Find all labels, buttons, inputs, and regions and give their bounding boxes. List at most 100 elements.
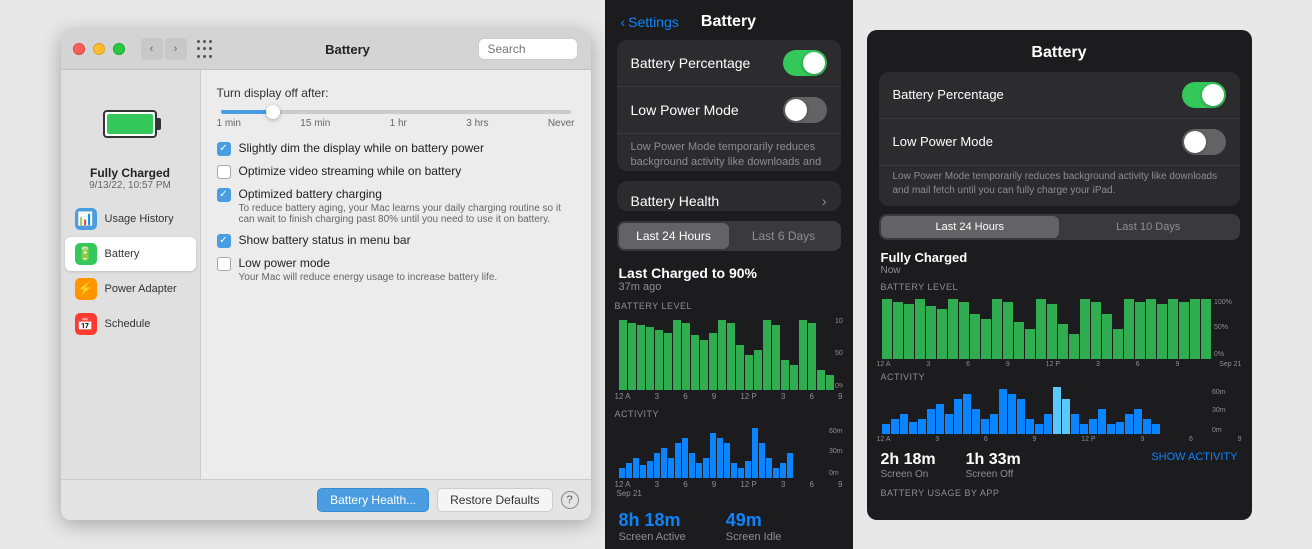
ipad-tab-24-hours[interactable]: Last 24 Hours — [881, 216, 1060, 238]
low-power-mode-label: Low Power Mode — [631, 102, 739, 118]
tab-last-24-hours[interactable]: Last 24 Hours — [619, 223, 729, 249]
iphone-toggles-section: Battery Percentage Low Power Mode Low Po… — [617, 40, 841, 171]
show-activity-button[interactable]: SHOW ACTIVITY — [1151, 451, 1237, 480]
ipad-screen-off-stat: 1h 33m Screen Off — [966, 451, 1021, 480]
video-label: Optimize video streaming while on batter… — [239, 164, 462, 178]
battery-date: 9/13/22, 10:57 PM — [69, 180, 192, 191]
ipad-low-power-label: Low Power Mode — [893, 134, 993, 149]
battery-usage-by-app-label: BATTERY USAGE BY APP — [867, 486, 1252, 500]
dim-label: Slightly dim the display while on batter… — [239, 141, 484, 155]
ipad-activity-label: ACTIVITY — [867, 370, 1252, 384]
nav-buttons: ‹ › — [141, 38, 187, 60]
low-power-mode-toggle[interactable] — [783, 97, 827, 123]
ipad-battery-percentage-row: Battery Percentage — [879, 72, 1240, 119]
ipad-activity-time-labels: 12 A36912 P369 — [867, 434, 1252, 445]
restore-defaults-button[interactable]: Restore Defaults — [437, 488, 552, 512]
screen-idle-stat: 49m Screen Idle — [726, 510, 782, 543]
ipad-screen-on-stat: 2h 18m Screen On — [881, 451, 936, 480]
sidebar-label-usage-history: Usage History — [105, 213, 174, 225]
iphone-screen-stats: 8h 18m Screen Active 49m Screen Idle — [605, 502, 853, 549]
activity-svg: 60m 30m 0m — [615, 423, 843, 478]
sidebar-item-battery[interactable]: 🔋 Battery — [65, 237, 196, 271]
search-input[interactable] — [478, 38, 578, 60]
screen-active-stat: 8h 18m Screen Active — [619, 510, 686, 543]
bottom-bar: Battery Health... Restore Defaults ? — [61, 479, 591, 520]
charged-sub: 37m ago — [619, 281, 839, 293]
svg-text:0m: 0m — [829, 470, 839, 477]
minimize-button[interactable] — [93, 43, 105, 55]
ipad-activity-svg: 60m 30m 0m — [877, 384, 1242, 434]
checkbox-dim: ✓ Slightly dim the display while on batt… — [217, 141, 575, 156]
video-checkbox[interactable] — [217, 165, 231, 179]
forward-button[interactable]: › — [165, 38, 187, 60]
battery-health-label: Battery Health — [631, 193, 720, 209]
svg-text:0%: 0% — [1214, 351, 1224, 358]
ipad-activity-chart: 60m 30m 0m — [867, 384, 1252, 434]
schedule-icon: 📅 — [75, 313, 97, 335]
battery-info: Fully Charged 9/13/22, 10:57 PM — [69, 166, 192, 191]
help-button[interactable]: ? — [561, 491, 579, 509]
battery-icon: 🔋 — [75, 243, 97, 265]
svg-text:50%: 50% — [835, 350, 843, 357]
battery-health-row[interactable]: Battery Health › — [617, 181, 841, 211]
checkbox-video: Optimize video streaming while on batter… — [217, 164, 575, 179]
display-sleep-slider[interactable] — [221, 110, 571, 114]
dim-checkbox[interactable]: ✓ — [217, 142, 231, 156]
ipad-charged-sub: Now — [881, 265, 1238, 276]
activity-chart-section: ACTIVITY — [605, 405, 853, 502]
menu-checkbox[interactable]: ✓ — [217, 234, 231, 248]
battery-percentage-row: Battery Percentage — [617, 40, 841, 87]
low-power-subtext: Your Mac will reduce energy usage to inc… — [239, 272, 498, 283]
ipad-screen-off-value: 1h 33m — [966, 451, 1021, 469]
slider-labels: 1 min 15 min 1 hr 3 hrs Never — [217, 118, 575, 129]
battery-health-section[interactable]: Battery Health › — [617, 181, 841, 211]
sidebar-item-power-adapter[interactable]: ⚡ Power Adapter — [65, 272, 196, 306]
ipad-low-power-description: Low Power Mode temporarily reduces backg… — [879, 166, 1240, 206]
window-title: Battery — [325, 42, 370, 57]
ipad-header: Battery — [867, 30, 1252, 72]
battery-health-button[interactable]: Battery Health... — [317, 488, 429, 512]
ipad-screen-on-value: 2h 18m — [881, 451, 936, 469]
svg-text:30m: 30m — [1212, 407, 1226, 414]
screen-idle-label: Screen Idle — [726, 531, 782, 543]
svg-text:60m: 60m — [1212, 389, 1226, 396]
charged-info: Last Charged to 90% 37m ago — [605, 259, 853, 297]
ipad-charged-info: Fully Charged Now — [867, 246, 1252, 280]
iphone-tab-bar: Last 24 Hours Last 6 Days — [617, 221, 841, 251]
sidebar-item-usage-history[interactable]: 📊 Usage History — [65, 202, 196, 236]
screen-active-value: 8h 18m — [619, 510, 686, 531]
back-button[interactable]: ‹ — [141, 38, 163, 60]
ipad-charged-title: Fully Charged — [881, 250, 1238, 265]
ipad-screen-off-label: Screen Off — [966, 469, 1021, 480]
tab-last-6-days[interactable]: Last 6 Days — [729, 223, 839, 249]
low-power-mode-row: Low Power Mode — [617, 87, 841, 134]
battery-percentage-toggle[interactable] — [783, 50, 827, 76]
display-off-label: Turn display off after: — [217, 86, 329, 100]
apps-grid-button[interactable] — [195, 38, 217, 60]
ipad-battery-percentage-toggle[interactable] — [1182, 82, 1226, 108]
ipad-low-power-toggle[interactable] — [1182, 129, 1226, 155]
charging-checkbox[interactable]: ✓ — [217, 188, 231, 202]
charging-subtext: To reduce battery aging, your Mac learns… — [239, 203, 575, 225]
ipad-low-power-row: Low Power Mode — [879, 119, 1240, 166]
iphone-battery-screen: ‹ Settings Battery Battery Percentage Lo… — [605, 0, 853, 549]
low-power-checkbox[interactable] — [217, 257, 231, 271]
svg-text:60m: 60m — [829, 428, 843, 435]
sidebar-label-schedule: Schedule — [105, 318, 151, 330]
maximize-button[interactable] — [113, 43, 125, 55]
close-button[interactable] — [73, 43, 85, 55]
ipad-tab-10-days[interactable]: Last 10 Days — [1059, 216, 1238, 238]
svg-text:100%: 100% — [835, 318, 843, 325]
back-to-settings-button[interactable]: ‹ Settings — [621, 14, 679, 30]
battery-level-chart-section: BATTERY LEVEL — [605, 297, 853, 405]
battery-level-svg: 100% 50% 0% — [615, 315, 843, 390]
battery-percentage-label: Battery Percentage — [631, 55, 751, 71]
checkbox-menu: ✓ Show battery status in menu bar — [217, 233, 575, 248]
low-power-label: Low power mode — [239, 256, 498, 270]
mac-battery-window: ‹ › Battery Fully Charged 9/13/ — [61, 30, 591, 520]
svg-text:100%: 100% — [1214, 299, 1232, 306]
ipad-battery-chart: 100% 50% 0% — [867, 294, 1252, 359]
mac-main-panel: Turn display off after: 1 min 15 min 1 h… — [201, 70, 591, 479]
sidebar-item-schedule[interactable]: 📅 Schedule — [65, 307, 196, 341]
power-adapter-icon: ⚡ — [75, 278, 97, 300]
